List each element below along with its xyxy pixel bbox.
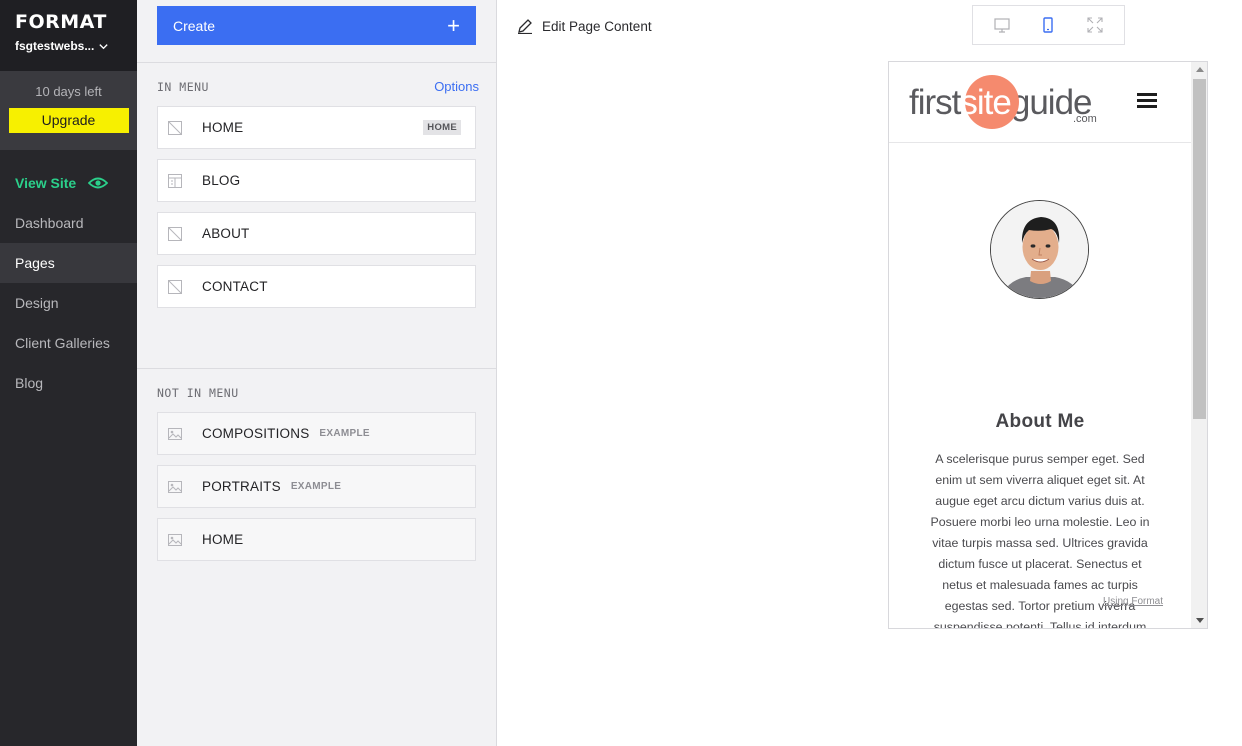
eye-icon bbox=[88, 177, 109, 189]
pencil-icon bbox=[518, 19, 532, 34]
create-button[interactable]: Create + bbox=[157, 6, 476, 45]
brand-block: FORMAT fsgtestwebs... bbox=[0, 0, 137, 71]
page-title: COMPOSITIONS bbox=[202, 426, 310, 441]
page-icon bbox=[168, 226, 182, 241]
divider bbox=[137, 62, 496, 63]
hamburger-menu-icon[interactable] bbox=[1137, 93, 1157, 109]
logo-site: site bbox=[960, 83, 1011, 122]
sidebar-item-view-site[interactable]: View Site bbox=[0, 163, 137, 203]
edit-page-content-label: Edit Page Content bbox=[542, 18, 652, 34]
gallery-icon bbox=[168, 427, 182, 440]
page-title: ABOUT bbox=[202, 226, 250, 241]
scroll-thumb[interactable] bbox=[1193, 79, 1206, 419]
page-row-contact[interactable]: CONTACT bbox=[157, 265, 476, 308]
not-in-menu-label: NOT IN MENU bbox=[157, 386, 239, 400]
page-title: CONTACT bbox=[202, 279, 268, 294]
page-title: BLOG bbox=[202, 173, 241, 188]
logo-com: .com bbox=[1073, 113, 1097, 125]
about-title: About Me bbox=[995, 411, 1085, 432]
sidebar-item-label: Client Galleries bbox=[15, 335, 110, 351]
page-row-blog[interactable]: BLOG bbox=[157, 159, 476, 202]
desktop-icon[interactable] bbox=[993, 16, 1011, 34]
sidebar-item-dashboard[interactable]: Dashboard bbox=[0, 203, 137, 243]
sidebar-item-pages[interactable]: Pages bbox=[0, 243, 137, 283]
options-link[interactable]: Options bbox=[434, 79, 479, 94]
sidebar-item-label: Blog bbox=[15, 375, 44, 391]
page-row-home[interactable]: HOME HOME bbox=[157, 106, 476, 149]
main-area: Edit Page Content firstsiteguide .com Ab… bbox=[497, 0, 1242, 746]
upgrade-button[interactable]: Upgrade bbox=[8, 108, 129, 133]
gallery-icon bbox=[168, 480, 182, 493]
device-switcher bbox=[972, 5, 1125, 45]
page-row-compositions[interactable]: COMPOSITIONS EXAMPLE bbox=[157, 412, 476, 455]
trial-block: 10 days left Upgrade bbox=[0, 71, 137, 150]
edit-page-content-button[interactable]: Edit Page Content bbox=[517, 18, 652, 34]
format-logo[interactable]: FORMAT bbox=[15, 13, 137, 32]
page-icon bbox=[168, 279, 182, 294]
mobile-icon[interactable] bbox=[1039, 16, 1057, 34]
chevron-down-icon bbox=[99, 43, 109, 49]
sidebar-item-label: View Site bbox=[15, 175, 77, 191]
preview-scrollbar[interactable] bbox=[1191, 62, 1207, 628]
pages-panel: Create + IN MENU Options HOME HOME BLOG … bbox=[137, 0, 497, 746]
preview-header: firstsiteguide .com bbox=[889, 62, 1191, 143]
sidebar-item-design[interactable]: Design bbox=[0, 283, 137, 323]
app-sidebar: FORMAT fsgtestwebs... 10 days left Upgra… bbox=[0, 0, 137, 746]
page-row-portraits[interactable]: PORTRAITS EXAMPLE bbox=[157, 465, 476, 508]
logo-first: first bbox=[909, 83, 961, 122]
logo-text: firstsiteguide bbox=[909, 83, 1092, 123]
divider bbox=[137, 368, 496, 369]
sidebar-item-label: Pages bbox=[15, 255, 55, 271]
sidebar-item-client-galleries[interactable]: Client Galleries bbox=[0, 323, 137, 363]
blog-icon bbox=[168, 173, 182, 188]
page-row-about[interactable]: ABOUT bbox=[157, 212, 476, 255]
in-menu-label: IN MENU bbox=[157, 80, 209, 94]
sidebar-item-label: Dashboard bbox=[15, 215, 84, 231]
site-switcher[interactable]: fsgtestwebs... bbox=[15, 39, 137, 53]
home-badge: HOME bbox=[423, 120, 461, 135]
fullscreen-icon[interactable] bbox=[1086, 16, 1104, 34]
example-tag: EXAMPLE bbox=[319, 428, 370, 439]
sidebar-nav: View Site Dashboard Pages Design Client … bbox=[0, 163, 137, 403]
trial-days-left: 10 days left bbox=[35, 84, 102, 99]
site-name: fsgtestwebs... bbox=[15, 39, 95, 53]
page-title: HOME bbox=[202, 120, 244, 135]
using-format-link[interactable]: Using Format bbox=[1103, 596, 1163, 607]
plus-icon: + bbox=[447, 12, 460, 38]
create-label: Create bbox=[173, 17, 216, 34]
sidebar-item-label: Design bbox=[15, 295, 59, 311]
scroll-down-icon[interactable] bbox=[1196, 618, 1204, 623]
page-title: HOME bbox=[202, 532, 244, 547]
gallery-icon bbox=[168, 533, 182, 546]
example-tag: EXAMPLE bbox=[290, 481, 342, 492]
site-logo[interactable]: firstsiteguide .com bbox=[909, 75, 1099, 129]
sidebar-item-blog[interactable]: Blog bbox=[0, 363, 137, 403]
page-icon bbox=[168, 120, 182, 135]
mobile-preview[interactable]: firstsiteguide .com About Me A scelerisq… bbox=[888, 61, 1208, 629]
page-row-home-gallery[interactable]: HOME bbox=[157, 518, 476, 561]
avatar bbox=[990, 200, 1089, 299]
scroll-up-icon[interactable] bbox=[1196, 67, 1204, 72]
page-title: PORTRAITS bbox=[202, 479, 281, 494]
